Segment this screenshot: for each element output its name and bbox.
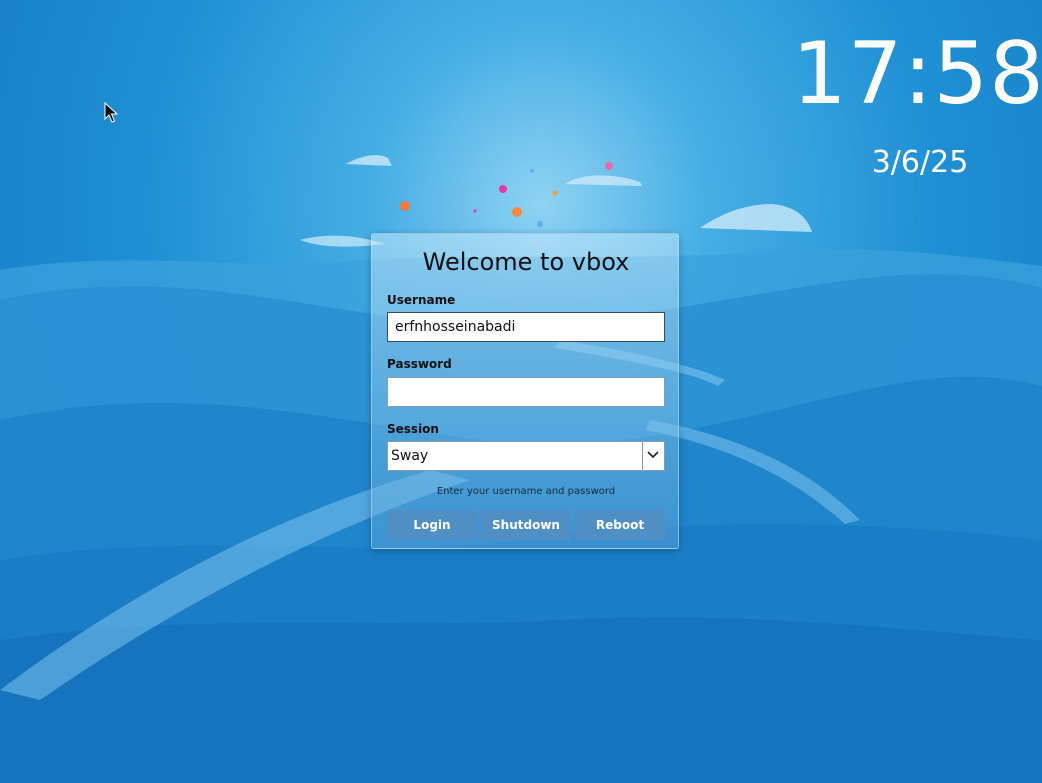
reboot-button[interactable]: Reboot <box>575 510 665 540</box>
shutdown-button[interactable]: Shutdown <box>481 510 571 540</box>
session-dropdown-button[interactable] <box>642 442 664 470</box>
session-select[interactable]: Sway <box>387 441 665 471</box>
clock-date: 3/6/25 <box>871 145 969 180</box>
username-field[interactable]: erfnhosseinabadi <box>387 312 665 342</box>
welcome-title: Welcome to vbox <box>422 248 630 276</box>
login-button[interactable]: Login <box>387 510 477 540</box>
username-label: Username <box>387 293 456 307</box>
mouse-pointer-icon <box>104 101 119 128</box>
status-message: Enter your username and password <box>436 486 616 497</box>
clock-time: 17:58 <box>792 24 1042 124</box>
password-label: Password <box>387 357 452 371</box>
session-value: Sway <box>391 448 429 464</box>
password-field[interactable] <box>387 377 665 407</box>
chevron-down-icon <box>647 451 659 459</box>
session-label: Session <box>387 422 439 436</box>
login-panel: Welcome to vbox Username erfnhosseinabad… <box>371 233 679 549</box>
